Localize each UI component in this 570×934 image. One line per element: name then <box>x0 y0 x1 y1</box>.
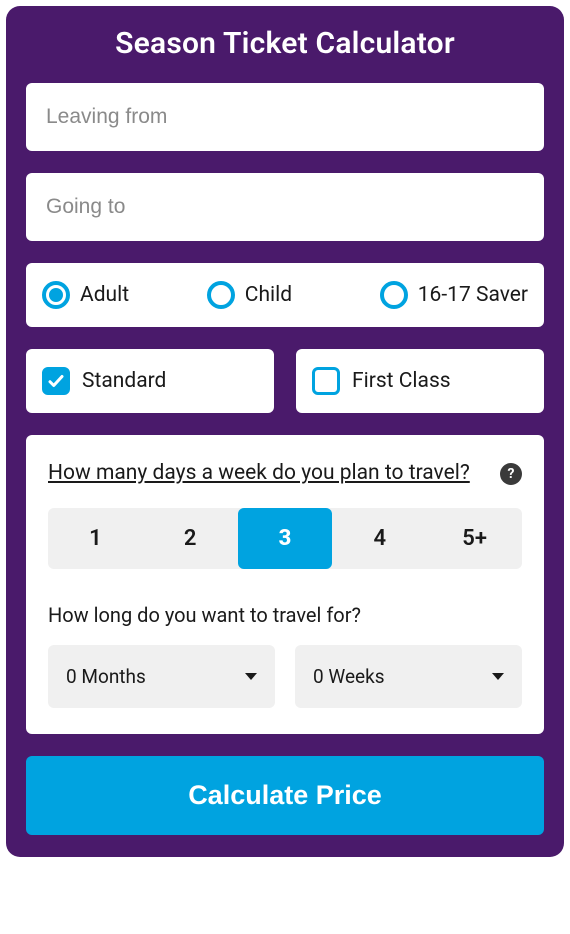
checkbox-label: Standard <box>82 369 166 393</box>
checkbox-label: First Class <box>352 369 451 393</box>
months-value: 0 Months <box>66 665 146 688</box>
help-icon[interactable]: ? <box>500 463 522 485</box>
leaving-from-input[interactable] <box>46 105 524 129</box>
leaving-from-field[interactable] <box>26 83 544 151</box>
passenger-type-group: Adult Child 16-17 Saver <box>26 263 544 327</box>
radio-child[interactable]: Child <box>207 281 292 309</box>
radio-label: Child <box>245 283 292 307</box>
days-selector: 1 2 3 4 5+ <box>48 508 522 569</box>
radio-icon <box>380 281 408 309</box>
day-option-2[interactable]: 2 <box>143 508 238 569</box>
duration-question: How long do you want to travel for? <box>48 603 522 627</box>
day-option-1[interactable]: 1 <box>48 508 143 569</box>
checkbox-first-class[interactable]: First Class <box>296 349 544 413</box>
radio-saver[interactable]: 16-17 Saver <box>380 281 528 309</box>
radio-label: Adult <box>80 283 129 307</box>
calculate-button[interactable]: Calculate Price <box>26 756 544 835</box>
day-option-5plus[interactable]: 5+ <box>427 508 522 569</box>
season-ticket-calculator: Season Ticket Calculator Adult Child 16-… <box>6 6 564 857</box>
day-option-3[interactable]: 3 <box>238 508 333 569</box>
travel-panel: How many days a week do you plan to trav… <box>26 435 544 734</box>
chevron-down-icon <box>245 673 257 680</box>
page-title: Season Ticket Calculator <box>26 26 544 61</box>
checkbox-icon <box>312 367 340 395</box>
day-option-4[interactable]: 4 <box>332 508 427 569</box>
going-to-input[interactable] <box>46 195 524 219</box>
radio-label: 16-17 Saver <box>418 283 528 307</box>
going-to-field[interactable] <box>26 173 544 241</box>
days-question[interactable]: How many days a week do you plan to trav… <box>48 459 490 488</box>
radio-icon <box>207 281 235 309</box>
checkbox-standard[interactable]: Standard <box>26 349 274 413</box>
duration-selects: 0 Months 0 Weeks <box>48 645 522 708</box>
class-row: Standard First Class <box>26 349 544 413</box>
radio-adult[interactable]: Adult <box>42 281 129 309</box>
radio-icon <box>42 281 70 309</box>
months-select[interactable]: 0 Months <box>48 645 275 708</box>
chevron-down-icon <box>492 673 504 680</box>
weeks-value: 0 Weeks <box>313 665 385 688</box>
weeks-select[interactable]: 0 Weeks <box>295 645 522 708</box>
checkbox-icon <box>42 367 70 395</box>
